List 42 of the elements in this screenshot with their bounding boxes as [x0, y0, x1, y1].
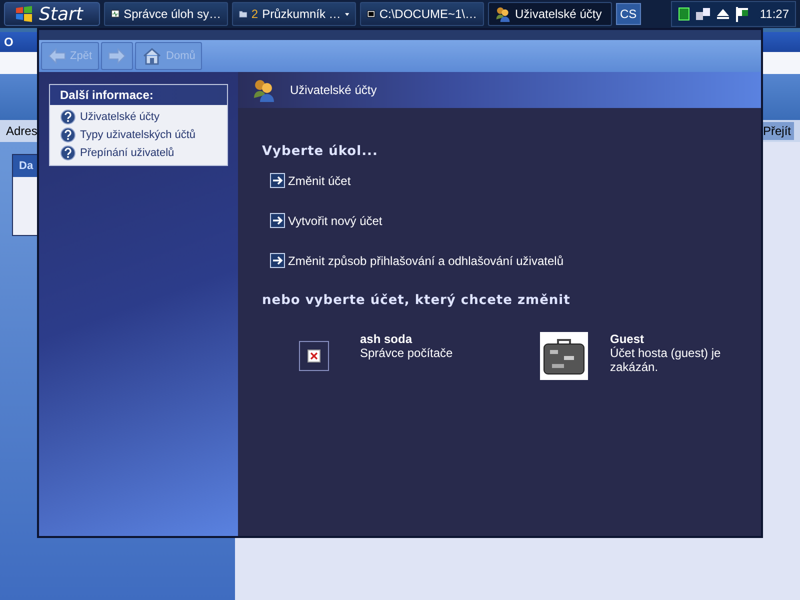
section-heading: nebo vyberte účet, který chcete změnit: [262, 293, 572, 308]
clock[interactable]: 11:27: [760, 7, 789, 21]
eject-icon[interactable]: [716, 7, 730, 21]
task-link[interactable]: Vytvořit nový účet: [270, 213, 737, 228]
help-icon: [60, 109, 76, 125]
language-indicator[interactable]: CS: [616, 3, 641, 25]
help-icon: [60, 127, 76, 143]
window-title: O: [4, 35, 14, 49]
account-description: Správce počítače: [360, 346, 454, 360]
arrow-icon: [270, 253, 285, 268]
start-button[interactable]: Start: [4, 2, 100, 26]
account-name[interactable]: ash soda: [360, 332, 490, 346]
task-link[interactable]: Změnit způsob přihlašování a odhlašování uživatelů: [270, 253, 737, 268]
right-arrow-icon: [108, 48, 126, 64]
taskbar-button[interactable]: Správce úloh sy…: [104, 2, 228, 26]
help-link[interactable]: Uživatelské účty: [50, 108, 227, 126]
account-name[interactable]: Guest: [610, 332, 740, 346]
taskbar-button[interactable]: Uživatelské účty: [488, 2, 612, 26]
task-link[interactable]: Změnit účet: [270, 173, 737, 188]
flag-icon[interactable]: [734, 6, 749, 22]
arrow-icon: [270, 173, 285, 188]
taskbar-button[interactable]: 2 Průzkumník …: [232, 2, 356, 26]
address-label: Adres: [6, 124, 38, 138]
account-picture[interactable]: [540, 332, 588, 380]
network-icon[interactable]: [694, 6, 711, 22]
arrow-icon: [270, 213, 285, 228]
info-panel-title: Další informace:: [50, 85, 227, 105]
help-link[interactable]: Typy uživatelských účtů: [50, 126, 227, 144]
status-icon[interactable]: [678, 7, 690, 21]
house-icon: [142, 47, 162, 65]
windows-logo-icon: [15, 6, 33, 22]
section-heading: Vyberte úkol...: [262, 144, 379, 159]
header-title: Uživatelské účty: [290, 83, 377, 97]
window-count: 2: [251, 7, 258, 21]
suitcase-icon: [542, 336, 586, 376]
users-icon: [252, 78, 276, 102]
help-icon: [60, 145, 76, 161]
account-description: Účet hosta (guest) je zakázán.: [610, 346, 722, 374]
broken-image-icon: [299, 341, 329, 371]
users-icon: [495, 6, 511, 22]
taskbar-button[interactable]: C:\DOCUME~1\…: [360, 2, 484, 26]
left-arrow-icon: [48, 48, 66, 64]
